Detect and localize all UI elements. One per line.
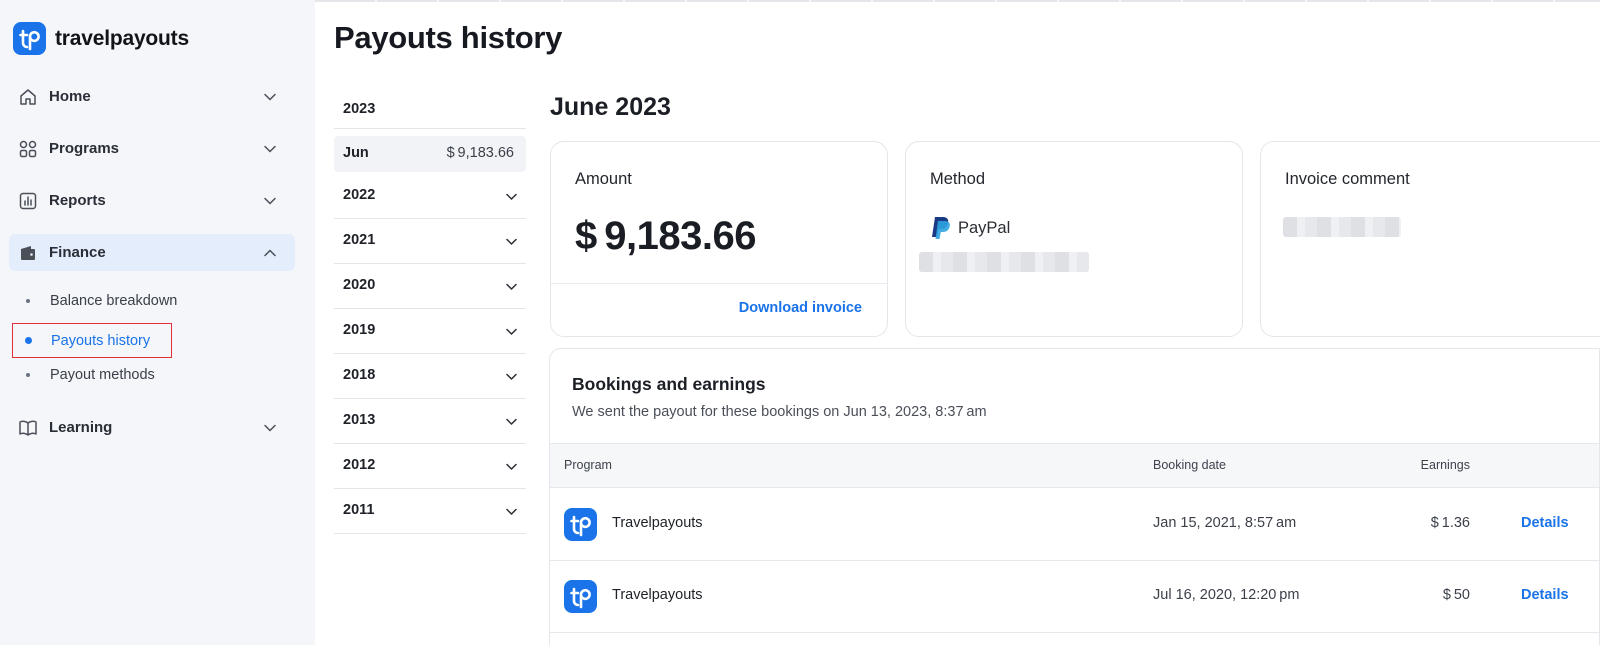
brand[interactable]: travelpayouts: [13, 22, 189, 55]
chevron-down-icon: [264, 145, 276, 153]
amount-value: $ 9,183.66: [575, 214, 756, 258]
year-label: 2019: [343, 322, 376, 338]
chevron-down-icon: [506, 283, 517, 291]
year-row-2023[interactable]: 2023: [334, 88, 526, 129]
year-row-2022[interactable]: 2022: [334, 174, 526, 219]
program-name: Travelpayouts: [612, 587, 703, 603]
bookings-title: Bookings and earnings: [572, 374, 766, 394]
sidebar-item-label: Home: [49, 88, 91, 105]
sidebar-item-finance[interactable]: Finance: [9, 234, 295, 271]
invoice-comment-card: Invoice comment: [1260, 141, 1600, 337]
year-label: 2018: [343, 367, 376, 383]
month-amount: $ 9,183.66: [446, 145, 514, 161]
column-program: Program: [564, 458, 612, 472]
sidebar-subitem-payouts-history[interactable]: Payouts history: [12, 323, 172, 358]
card-title: Invoice comment: [1285, 170, 1410, 188]
month-label: Jun: [343, 145, 369, 161]
brand-name: travelpayouts: [55, 26, 189, 50]
chevron-down-icon: [506, 238, 517, 246]
download-invoice-link[interactable]: Download invoice: [739, 300, 862, 316]
year-list: 2023 Jun $ 9,183.66 2022 2021 2020 2019 2018…: [334, 88, 526, 534]
table-row: Travelpayouts Jul 16, 2020, 12:20 pm $ 50 D…: [550, 560, 1599, 633]
year-row-2018[interactable]: 2018: [334, 354, 526, 399]
redacted-comment: [1283, 217, 1401, 237]
chevron-down-icon: [506, 418, 517, 426]
bookings-panel: Bookings and earnings We sent the payout…: [549, 348, 1600, 645]
sidebar-subitem-label: Payout methods: [50, 366, 155, 383]
chevron-down-icon: [506, 508, 517, 516]
sidebar-subitem-label: Balance breakdown: [50, 292, 178, 309]
month-row-jun[interactable]: Jun $ 9,183.66: [334, 136, 526, 172]
sidebar-subitem-label: Payouts history: [51, 332, 151, 349]
sidebar-subitem-payout-methods[interactable]: Payout methods: [12, 357, 172, 392]
year-label: 2022: [343, 187, 376, 203]
chevron-down-icon: [506, 373, 517, 381]
sidebar-item-learning[interactable]: Learning: [9, 409, 295, 446]
sidebar-item-label: Learning: [49, 419, 113, 436]
card-title: Amount: [575, 170, 632, 188]
year-row-2020[interactable]: 2020: [334, 264, 526, 309]
grid-icon: [19, 140, 37, 158]
column-booking-date: Booking date: [1153, 458, 1226, 472]
details-link[interactable]: Details: [1521, 587, 1569, 603]
travelpayouts-logo-icon: [564, 508, 597, 541]
travelpayouts-logo-icon: [564, 580, 597, 613]
program-name: Travelpayouts: [612, 515, 703, 531]
chevron-up-icon: [264, 249, 276, 257]
year-row-2019[interactable]: 2019: [334, 309, 526, 354]
year-label: 2013: [343, 412, 376, 428]
chevron-down-icon: [264, 93, 276, 101]
table-header: Program Booking date Earnings: [550, 443, 1599, 488]
year-label: 2023: [343, 101, 376, 117]
sidebar-item-reports[interactable]: Reports: [9, 182, 295, 219]
sidebar-item-home[interactable]: Home: [9, 78, 295, 115]
card-title: Method: [930, 170, 986, 188]
year-row-2021[interactable]: 2021: [334, 219, 526, 264]
bullet-icon: [26, 298, 30, 303]
travelpayouts-logo-icon: [13, 22, 46, 55]
sidebar: travelpayouts Home Programs Reports Fina…: [0, 0, 315, 645]
section-title: June 2023: [550, 93, 671, 121]
top-divider: [315, 0, 1600, 2]
sidebar-item-label: Reports: [49, 192, 106, 209]
earnings-value: $ 1.36: [1430, 515, 1470, 531]
column-earnings: Earnings: [1420, 458, 1470, 472]
home-icon: [20, 89, 36, 105]
sidebar-item-label: Finance: [49, 244, 106, 261]
chevron-down-icon: [506, 193, 517, 201]
chevron-down-icon: [506, 463, 517, 471]
chevron-down-icon: [506, 328, 517, 336]
year-row-2013[interactable]: 2013: [334, 399, 526, 444]
year-label: 2012: [343, 457, 376, 473]
table-row: Travelpayouts Jan 15, 2021, 8:57 am $ 1.36…: [550, 488, 1599, 561]
sidebar-item-programs[interactable]: Programs: [9, 130, 295, 167]
card-divider: [551, 283, 887, 284]
paypal-row: PayPal: [930, 216, 1010, 240]
sidebar-subitem-balance-breakdown[interactable]: Balance breakdown: [12, 283, 177, 318]
bar-chart-icon: [19, 192, 37, 210]
bullet-icon: [26, 372, 30, 377]
year-label: 2021: [343, 232, 376, 248]
booking-date: Jan 15, 2021, 8:57 am: [1153, 515, 1297, 531]
amount-card: Amount $ 9,183.66 Download invoice: [550, 141, 888, 337]
chevron-down-icon: [264, 424, 276, 432]
earnings-value: $ 50: [1442, 587, 1470, 603]
year-row-2012[interactable]: 2012: [334, 444, 526, 489]
booking-date: Jul 16, 2020, 12:20 pm: [1153, 587, 1300, 603]
method-card: Method PayPal: [905, 141, 1243, 337]
bookings-subtitle: We sent the payout for these bookings on…: [572, 404, 987, 420]
chevron-down-icon: [264, 197, 276, 205]
page-title: Payouts history: [334, 20, 563, 55]
sidebar-item-label: Programs: [49, 140, 120, 157]
method-provider: PayPal: [958, 218, 1011, 237]
year-label: 2020: [343, 277, 376, 293]
year-row-2011[interactable]: 2011: [334, 489, 526, 534]
paypal-icon: [932, 217, 950, 239]
redacted-account: [919, 252, 1089, 272]
book-icon: [19, 420, 37, 436]
bullet-icon: [25, 337, 32, 344]
wallet-icon: [21, 246, 35, 260]
details-link[interactable]: Details: [1521, 515, 1569, 531]
year-label: 2011: [343, 502, 375, 518]
